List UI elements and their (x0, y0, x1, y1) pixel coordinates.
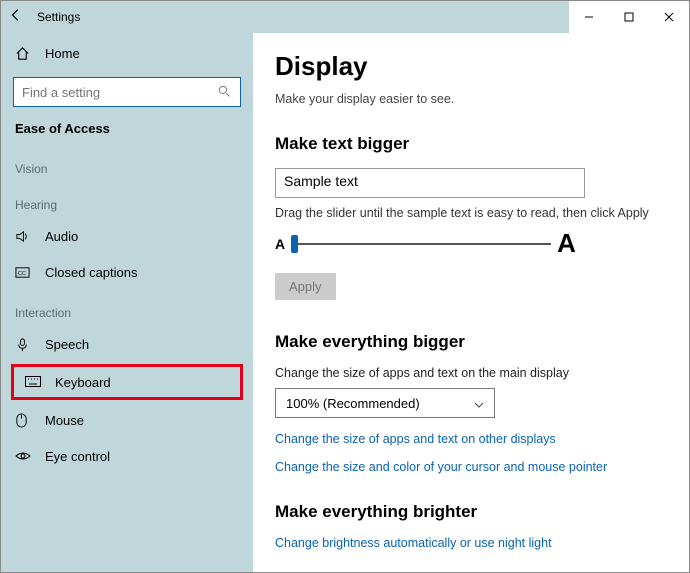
main-content: Display Make your display easier to see.… (253, 33, 689, 572)
nav-speech[interactable]: Speech (1, 326, 253, 362)
nav-cc[interactable]: CC Closed captions (1, 254, 253, 290)
search-input[interactable] (22, 85, 218, 100)
chevron-down-icon (474, 396, 484, 411)
maximize-button[interactable] (609, 1, 649, 33)
highlight-box: Keyboard (11, 364, 243, 400)
scale-dropdown[interactable]: 100% (Recommended) (275, 388, 495, 418)
nav-cc-label: Closed captions (45, 265, 138, 280)
text-size-slider[interactable] (291, 243, 551, 245)
nav-speech-label: Speech (45, 337, 89, 352)
text-size-slider-row: A A (275, 228, 667, 259)
nav-audio[interactable]: Audio (1, 218, 253, 254)
nav-keyboard[interactable]: Keyboard (11, 367, 240, 397)
home-nav[interactable]: Home (1, 35, 253, 71)
apply-button[interactable]: Apply (275, 273, 336, 300)
home-label: Home (45, 46, 80, 61)
home-icon (15, 46, 33, 61)
search-box[interactable] (13, 77, 241, 107)
link-cursor[interactable]: Change the size and color of your cursor… (275, 460, 667, 474)
section-everything-bigger: Make everything bigger (275, 332, 667, 352)
section-hearing: Hearing (1, 182, 253, 218)
small-a-label: A (275, 236, 285, 252)
scale-value: 100% (Recommended) (286, 396, 420, 411)
link-other-displays[interactable]: Change the size of apps and text on othe… (275, 432, 667, 446)
window-title: Settings (37, 10, 80, 24)
sidebar: Home Ease of Access Vision Hearing Audio… (1, 33, 253, 572)
nav-keyboard-label: Keyboard (55, 375, 111, 390)
nav-mouse[interactable]: Mouse (1, 402, 253, 438)
keyboard-icon (25, 376, 43, 388)
sample-text-box: Sample text (275, 168, 585, 198)
nav-eye-label: Eye control (45, 449, 110, 464)
svg-text:CC: CC (18, 270, 26, 276)
minimize-button[interactable] (569, 1, 609, 33)
nav-audio-label: Audio (45, 229, 78, 244)
slider-thumb[interactable] (291, 235, 298, 253)
page-title: Display (275, 51, 667, 82)
eye-icon (15, 450, 33, 462)
section-brighter: Make everything brighter (275, 502, 667, 522)
cc-icon: CC (15, 266, 33, 279)
section-text-bigger: Make text bigger (275, 134, 667, 154)
scale-description: Change the size of apps and text on the … (275, 366, 667, 380)
link-brightness[interactable]: Change brightness automatically or use n… (275, 536, 667, 550)
nav-mouse-label: Mouse (45, 413, 84, 428)
group-title: Ease of Access (1, 117, 253, 146)
mic-icon (15, 337, 33, 352)
close-button[interactable] (649, 1, 689, 33)
big-a-label: A (557, 228, 576, 259)
page-subtitle: Make your display easier to see. (275, 92, 667, 106)
section-interaction: Interaction (1, 290, 253, 326)
slider-hint: Drag the slider until the sample text is… (275, 206, 667, 220)
window-controls (569, 1, 689, 33)
speaker-icon (15, 229, 33, 244)
section-vision: Vision (1, 146, 253, 182)
mouse-icon (15, 413, 33, 428)
back-button[interactable] (9, 8, 29, 27)
nav-eye[interactable]: Eye control (1, 438, 253, 474)
title-bar: Settings (1, 1, 689, 33)
search-icon (218, 85, 232, 99)
